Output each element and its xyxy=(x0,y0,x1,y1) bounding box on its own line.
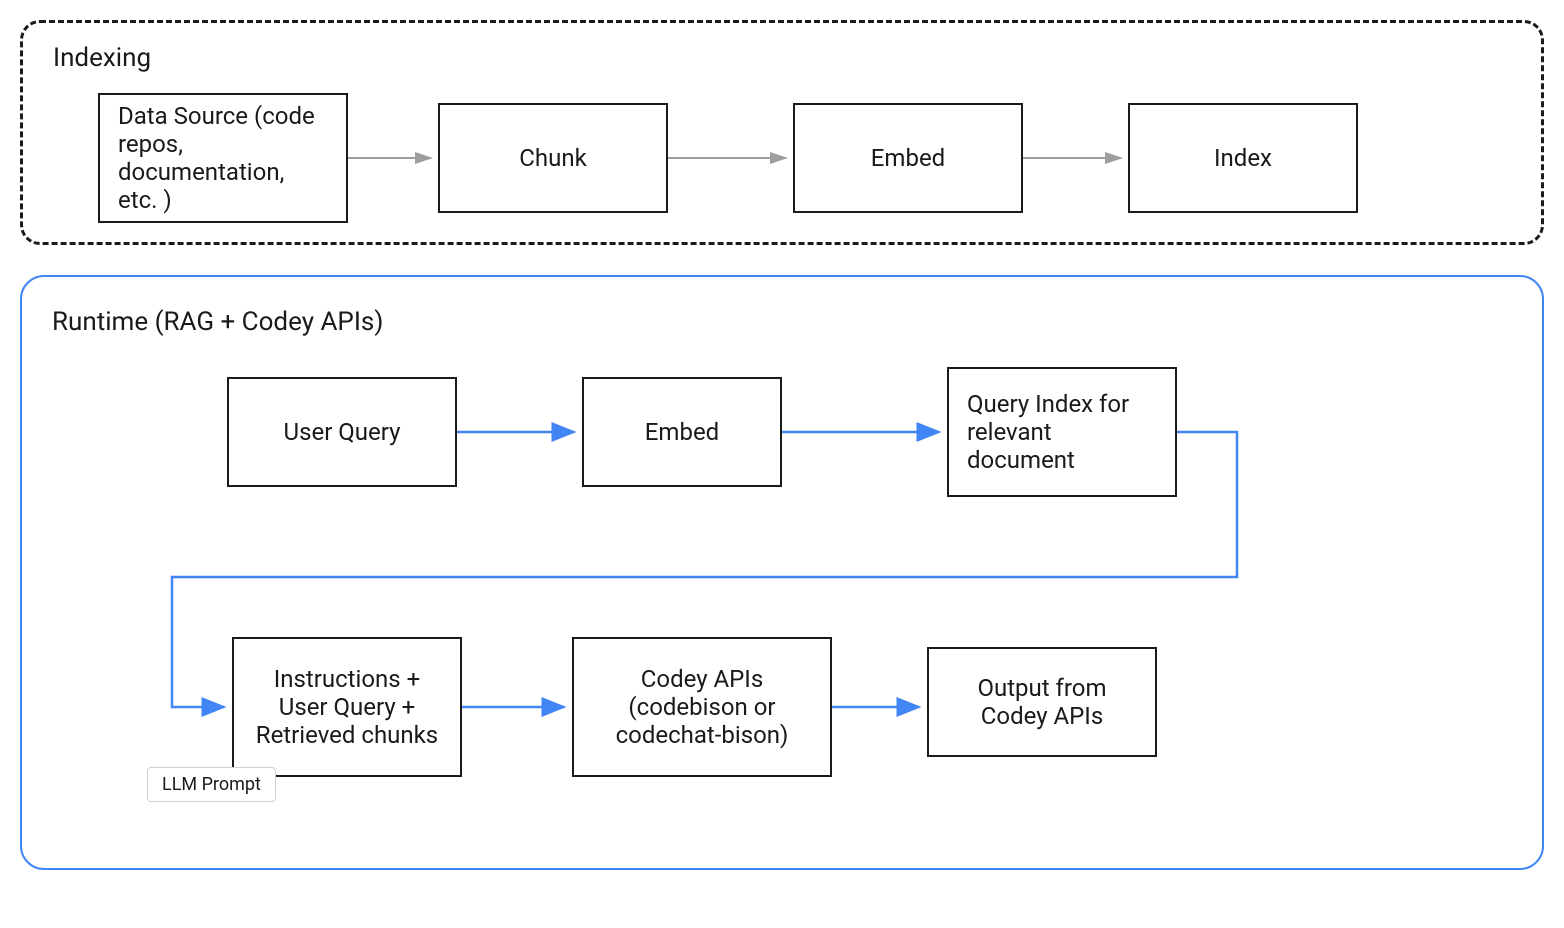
box-query-index: Query Index for relevant document xyxy=(947,367,1177,497)
box-user-query-label: User Query xyxy=(284,418,401,446)
llm-prompt-label: LLM Prompt xyxy=(162,774,261,795)
box-chunk: Chunk xyxy=(438,103,668,213)
box-output-label: Output from Codey APIs xyxy=(949,674,1135,730)
box-codey-apis: Codey APIs (codebison or codechat-bison) xyxy=(572,637,832,777)
box-index-label: Index xyxy=(1214,144,1272,172)
box-output: Output from Codey APIs xyxy=(927,647,1157,757)
box-query-index-label: Query Index for relevant document xyxy=(967,390,1157,474)
llm-prompt-tag: LLM Prompt xyxy=(147,767,276,802)
box-embed-indexing: Embed xyxy=(793,103,1023,213)
runtime-section: Runtime (RAG + Codey APIs) User Query Em… xyxy=(20,275,1544,870)
box-embed-indexing-label: Embed xyxy=(871,144,945,172)
box-codey-apis-label: Codey APIs (codebison or codechat-bison) xyxy=(594,665,810,749)
box-chunk-label: Chunk xyxy=(519,144,587,172)
indexing-section: Indexing Data Source (code repos, docume… xyxy=(20,20,1544,245)
box-index: Index xyxy=(1128,103,1358,213)
indexing-title: Indexing xyxy=(53,43,1511,73)
runtime-title: Runtime (RAG + Codey APIs) xyxy=(52,307,1512,337)
box-user-query: User Query xyxy=(227,377,457,487)
box-instructions-label: Instructions + User Query + Retrieved ch… xyxy=(254,665,440,749)
box-data-source: Data Source (code repos, documentation, … xyxy=(98,93,348,223)
box-embed-runtime-label: Embed xyxy=(645,418,719,446)
box-instructions: Instructions + User Query + Retrieved ch… xyxy=(232,637,462,777)
box-data-source-label: Data Source (code repos, documentation, … xyxy=(118,102,328,214)
box-embed-runtime: Embed xyxy=(582,377,782,487)
